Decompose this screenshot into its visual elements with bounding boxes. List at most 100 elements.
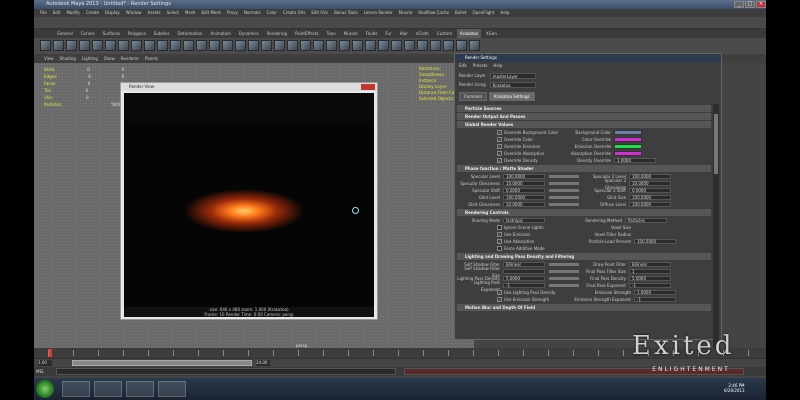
checkbox[interactable]: ✓ <box>497 290 502 295</box>
number-field[interactable]: 10.0000 <box>503 181 545 186</box>
shelf-tool-icon[interactable] <box>144 40 155 51</box>
number-field[interactable]: -1 <box>503 283 545 288</box>
shelf-tool-icon[interactable] <box>53 40 64 51</box>
shelf-tool-icon[interactable] <box>118 40 129 51</box>
number-field[interactable]: 5.0000 <box>629 276 671 281</box>
shelf-tool-icon[interactable] <box>66 40 77 51</box>
number-field[interactable]: 10.0000 <box>629 181 671 186</box>
section-header[interactable]: Phase function / Matte Shader <box>457 165 711 172</box>
window-close-button[interactable]: × <box>756 1 766 8</box>
shelf-tool-icon[interactable] <box>131 40 142 51</box>
shelf-tool-icon[interactable] <box>339 40 350 51</box>
shelf-tool-icon[interactable] <box>404 40 415 51</box>
shelf-tool-icon[interactable] <box>183 40 194 51</box>
menu-item-normals[interactable]: Normals <box>244 9 261 17</box>
shelf-tool-icon[interactable] <box>196 40 207 51</box>
checkbox[interactable]: ✓ <box>497 151 502 156</box>
number-field[interactable]: 100.0000 <box>634 239 676 244</box>
taskbar-app-2[interactable] <box>94 381 122 397</box>
checkbox[interactable]: ✓ <box>497 130 502 135</box>
slider[interactable] <box>549 182 579 185</box>
shelf-tool-icon[interactable] <box>79 40 90 51</box>
shelf-tab-animation[interactable]: Animation <box>208 29 234 38</box>
shelf-tab-muscle[interactable]: Muscle <box>341 29 361 38</box>
menu-item-create[interactable]: Create <box>86 9 99 17</box>
shelf-tab-ncloth[interactable]: nCloth <box>413 29 432 38</box>
shelf-tool-icon[interactable] <box>40 40 51 51</box>
shelf-tool-icon[interactable] <box>170 40 181 51</box>
rs-tab-common[interactable]: Common <box>459 92 488 101</box>
range-bar[interactable] <box>72 360 252 366</box>
checkbox[interactable]: ✓ <box>497 297 502 302</box>
shelf-tool-icon[interactable] <box>469 40 480 51</box>
panel-menu-view[interactable]: View <box>44 54 54 63</box>
number-field[interactable]: 5.0000 <box>503 276 545 281</box>
number-field[interactable]: Bilinear <box>629 262 671 267</box>
panel-menu-show[interactable]: Show <box>104 54 115 63</box>
shelf-tab-xgen[interactable]: XGen <box>483 29 500 38</box>
shelf-tool-icon[interactable] <box>209 40 220 51</box>
menu-item-openflight[interactable]: OpenFlight <box>473 9 495 17</box>
checkbox[interactable]: ✓ <box>497 239 502 244</box>
shelf-tab-toon[interactable]: Toon <box>324 29 339 38</box>
section-header[interactable]: Motion Blur and Depth Of Field <box>457 304 711 311</box>
maximize-button[interactable]: □ <box>745 1 755 8</box>
checkbox[interactable] <box>497 225 502 230</box>
checkbox[interactable]: ✓ <box>497 144 502 149</box>
shelf-tool-icon[interactable] <box>222 40 233 51</box>
shelf-tool-icon[interactable] <box>287 40 298 51</box>
shelf-tool-icon[interactable] <box>430 40 441 51</box>
shelf-tab-krakatoa[interactable]: Krakatoa <box>457 29 482 38</box>
number-field[interactable]: 1 <box>629 269 671 274</box>
start-button-icon[interactable] <box>36 380 54 398</box>
section-header[interactable]: Global Render Values <box>457 121 711 128</box>
shelf-tool-icon[interactable] <box>326 40 337 51</box>
render-using-dropdown[interactable]: Krakatoa <box>489 82 536 88</box>
checkbox[interactable]: ✓ <box>497 158 502 163</box>
menu-item-proxy[interactable]: Proxy <box>227 9 238 17</box>
taskbar-app-3[interactable] <box>126 381 154 397</box>
shelf-tool-icon[interactable] <box>274 40 285 51</box>
shelf-tool-icon[interactable] <box>105 40 116 51</box>
render-view-window[interactable]: Render View size: 640 x 480 zoom: 1.000 … <box>120 82 378 320</box>
shelf-tab-deformation[interactable]: Deformation <box>175 29 206 38</box>
shelf-tab-surfaces[interactable]: Surfaces <box>100 29 123 38</box>
menu-item-realflow-cache[interactable]: Realflow Cache <box>418 9 449 17</box>
shelf-tool-icon[interactable] <box>456 40 467 51</box>
menu-item-assets[interactable]: Assets <box>148 9 161 17</box>
shelf-tool-icon[interactable] <box>300 40 311 51</box>
shelf-tool-icon[interactable] <box>391 40 402 51</box>
menu-item-help[interactable]: Help <box>500 9 509 17</box>
menu-item-bonus-tools[interactable]: Bonus Tools <box>334 9 357 17</box>
number-field[interactable]: 10.0000 <box>503 202 545 207</box>
shelf-tab-dynamics[interactable]: Dynamics <box>236 29 262 38</box>
color-swatch[interactable] <box>614 151 642 156</box>
number-field[interactable]: 0.0000 <box>503 188 545 193</box>
slider[interactable] <box>549 270 579 273</box>
shelf-tool-icon[interactable] <box>417 40 428 51</box>
number-field[interactable]: Bilinear <box>503 262 545 267</box>
menu-item-select[interactable]: Select <box>167 9 179 17</box>
number-field[interactable] <box>503 269 545 274</box>
rs-menu-edit[interactable]: Edit <box>459 62 467 69</box>
menu-item-edit-mesh[interactable]: Edit Mesh <box>201 9 221 17</box>
render-settings-window[interactable]: Render Settings Edit Presets Help Render L… <box>454 53 722 386</box>
shelf-tool-icon[interactable] <box>248 40 259 51</box>
shelf-tool-icon[interactable] <box>313 40 324 51</box>
shelf-tab-painteffects[interactable]: PaintEffects <box>292 29 322 38</box>
slider[interactable] <box>549 196 579 199</box>
minimize-button[interactable]: _ <box>734 1 744 8</box>
scrollbar-thumb[interactable] <box>714 114 718 174</box>
number-field[interactable]: 100.0000 <box>629 202 671 207</box>
shelf-tab-hair[interactable]: Hair <box>397 29 411 38</box>
number-field[interactable]: 1.0000 <box>634 290 676 295</box>
shelf-tool-icon[interactable] <box>378 40 389 51</box>
number-field[interactable]: 100.0000 <box>503 195 545 200</box>
end-frame-field[interactable]: 24.00 <box>256 360 270 366</box>
panel-menu-panels[interactable]: Panels <box>145 54 158 63</box>
number-field[interactable]: 1.0000 <box>614 158 656 163</box>
rs-menu-help[interactable]: Help <box>493 62 502 69</box>
menu-item-color[interactable]: Color <box>267 9 277 17</box>
number-field[interactable]: 100.0000 <box>629 195 671 200</box>
slider[interactable] <box>549 284 579 287</box>
